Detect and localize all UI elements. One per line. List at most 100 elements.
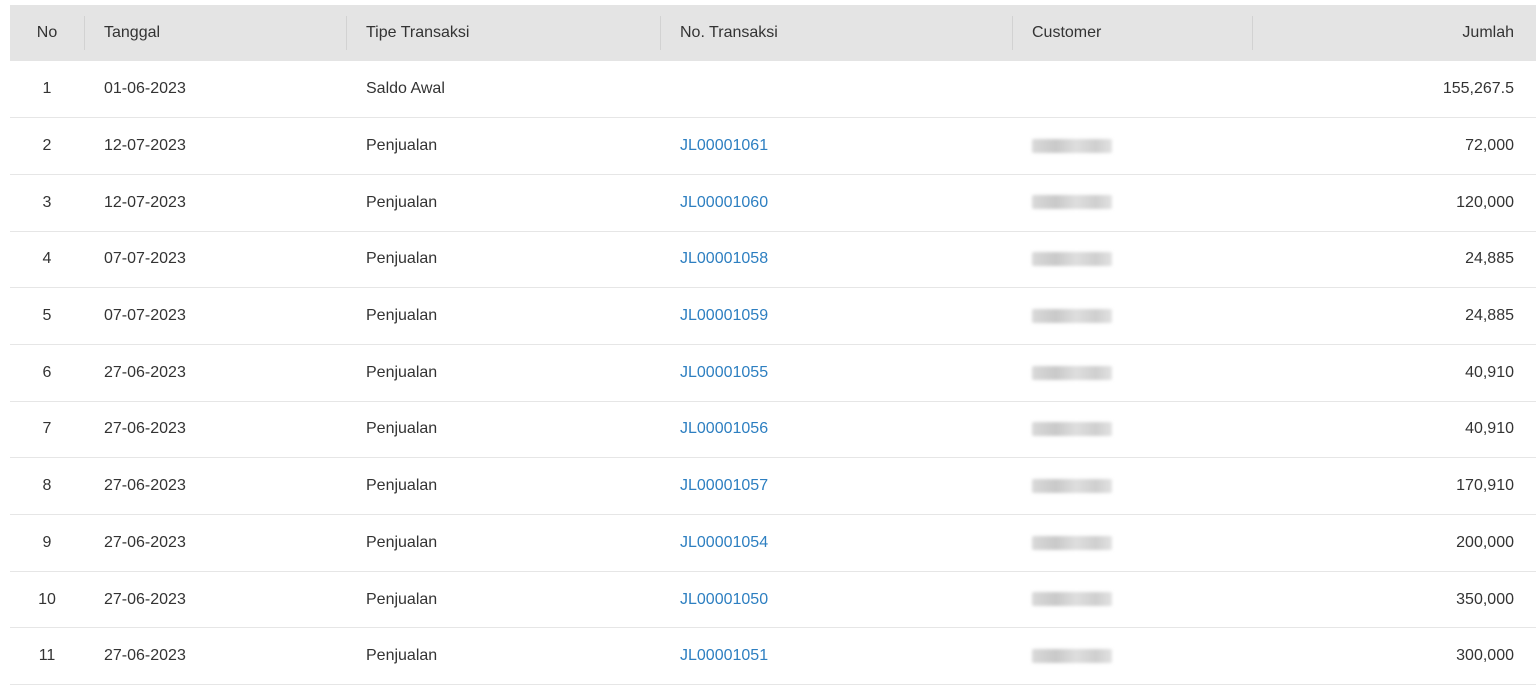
row-number: 3 [42,193,52,211]
row-customer-cell [1012,401,1252,458]
row-tanggal: 27-06-2023 [104,420,186,438]
redacted-customer-name [1032,592,1112,607]
transaction-link[interactable]: JL00001060 [680,194,768,211]
table-row[interactable]: 9 27-06-2023 Penjualan JL00001054 200,000 [10,515,1536,572]
table-row[interactable]: 5 07-07-2023 Penjualan JL00001059 24,885 [10,288,1536,345]
transaction-link[interactable]: JL00001056 [680,420,768,437]
transaction-link[interactable]: JL00001054 [680,534,768,551]
redacted-customer-name [1032,252,1112,267]
row-tanggal: 27-06-2023 [104,363,186,381]
row-no-transaksi-cell: JL00001061 [660,118,1012,175]
row-jumlah: 40,910 [1465,363,1514,381]
row-customer-cell [1012,118,1252,175]
row-number: 1 [42,80,52,98]
table-row[interactable]: 7 27-06-2023 Penjualan JL00001056 40,910 [10,401,1536,458]
row-customer-cell [1012,61,1252,118]
header-jumlah[interactable]: Jumlah [1252,5,1536,61]
row-customer-cell [1012,174,1252,231]
header-no[interactable]: No [10,5,84,61]
row-no-transaksi-cell: JL00001054 [660,515,1012,572]
row-tanggal: 12-07-2023 [104,193,186,211]
table-row[interactable]: 11 27-06-2023 Penjualan JL00001051 300,000 [10,628,1536,685]
row-number: 11 [38,647,56,665]
row-no-transaksi-cell: JL00001059 [660,288,1012,345]
row-customer-cell [1012,231,1252,288]
row-tanggal: 27-06-2023 [104,647,186,665]
transaction-table: No Tanggal Tipe Transaksi No. Transaksi … [10,5,1536,685]
redacted-customer-name [1032,365,1112,380]
row-tipe-transaksi: Penjualan [366,250,438,268]
header-tanggal[interactable]: Tanggal [84,5,346,61]
transaction-link[interactable]: JL00001055 [680,364,768,381]
transaction-link[interactable]: JL00001051 [680,647,768,664]
row-tipe-transaksi: Penjualan [366,137,438,155]
table-row[interactable]: 3 12-07-2023 Penjualan JL00001060 120,000 [10,174,1536,232]
row-tanggal: 27-06-2023 [104,477,186,495]
table-header-row: No Tanggal Tipe Transaksi No. Transaksi … [10,5,1536,61]
row-no-transaksi-cell: JL00001058 [660,231,1012,288]
header-no-transaksi[interactable]: No. Transaksi [660,5,1012,61]
row-number: 5 [42,307,52,325]
row-jumlah: 350,000 [1456,590,1514,608]
row-tanggal: 27-06-2023 [104,533,186,551]
table-header: No Tanggal Tipe Transaksi No. Transaksi … [10,5,1536,61]
table-body: 1 01-06-2023 Saldo Awal 155,267.5 2 12-07-202… [10,61,1536,685]
table-row[interactable]: 6 27-06-2023 Penjualan JL00001055 40,910 [10,344,1536,402]
row-tipe-transaksi: Penjualan [366,307,438,325]
row-jumlah: 300,000 [1456,647,1514,665]
table-row[interactable]: 2 12-07-2023 Penjualan JL00001061 72,000 [10,118,1536,175]
transaction-link[interactable]: JL00001061 [680,137,768,154]
table-row[interactable]: 1 01-06-2023 Saldo Awal 155,267.5 [10,61,1536,118]
row-number: 7 [42,420,52,438]
row-customer-cell [1012,344,1252,401]
transaction-link[interactable]: JL00001059 [680,307,768,324]
row-jumlah: 40,910 [1465,420,1514,438]
redacted-customer-name [1032,195,1112,210]
row-number: 10 [38,590,56,608]
redacted-customer-name [1032,138,1112,153]
row-tipe-transaksi: Penjualan [366,420,438,438]
row-tipe-transaksi: Penjualan [366,647,438,665]
row-tipe-transaksi: Penjualan [366,533,438,551]
table-row[interactable]: 8 27-06-2023 Penjualan JL00001057 170,910 [10,458,1536,515]
redacted-customer-name [1032,478,1112,493]
row-tipe-transaksi: Penjualan [366,193,438,211]
row-no-transaksi-cell: JL00001060 [660,174,1012,231]
row-customer-cell [1012,571,1252,628]
row-jumlah: 170,910 [1456,477,1514,495]
row-customer-cell [1012,288,1252,345]
row-no-transaksi-cell: JL00001056 [660,401,1012,458]
transaction-table-container: No Tanggal Tipe Transaksi No. Transaksi … [10,5,1536,685]
row-tipe-transaksi: Penjualan [366,477,438,495]
row-jumlah: 72,000 [1465,137,1514,155]
redacted-customer-name [1032,308,1112,323]
row-no-transaksi-cell: JL00001050 [660,571,1012,628]
row-tanggal: 12-07-2023 [104,137,186,155]
table-row[interactable]: 4 07-07-2023 Penjualan JL00001058 24,885 [10,231,1536,288]
row-customer-cell [1012,628,1252,685]
row-number: 6 [42,363,52,381]
header-tipe-transaksi[interactable]: Tipe Transaksi [346,5,660,61]
row-jumlah: 24,885 [1465,307,1514,325]
table-row[interactable]: 10 27-06-2023 Penjualan JL00001050 350,000 [10,571,1536,628]
transaction-link[interactable]: JL00001058 [680,250,768,267]
row-number: 9 [42,533,52,551]
row-no-transaksi-cell: JL00001051 [660,628,1012,685]
row-jumlah: 200,000 [1456,533,1514,551]
row-jumlah: 24,885 [1465,250,1514,268]
row-tanggal: 27-06-2023 [104,590,186,608]
row-tanggal: 01-06-2023 [104,80,186,98]
row-jumlah: 155,267.5 [1442,80,1514,98]
transaction-link[interactable]: JL00001057 [680,477,768,494]
row-jumlah: 120,000 [1456,193,1514,211]
redacted-customer-name [1032,422,1112,437]
row-tipe-transaksi: Penjualan [366,363,438,381]
row-number: 4 [42,250,52,268]
row-tipe-transaksi: Penjualan [366,590,438,608]
row-no-transaksi-cell: JL00001057 [660,458,1012,515]
header-customer[interactable]: Customer [1012,5,1252,61]
row-customer-cell [1012,515,1252,572]
transaction-link[interactable]: JL00001050 [680,591,768,608]
row-number: 2 [42,137,52,155]
row-tanggal: 07-07-2023 [104,307,186,325]
